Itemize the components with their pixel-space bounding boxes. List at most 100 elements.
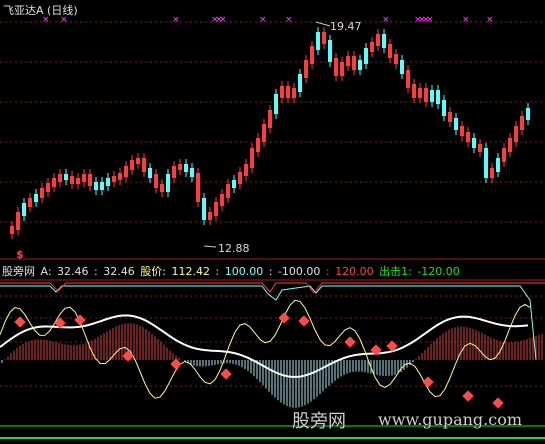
- high-price-label: 19.47: [330, 20, 362, 33]
- candle-body: [148, 168, 152, 178]
- candle-body: [382, 34, 386, 48]
- candle-body: [214, 202, 218, 216]
- candle-body: [76, 178, 80, 184]
- candle-body: [268, 110, 272, 128]
- candle-body: [58, 174, 62, 182]
- candle-body: [508, 138, 512, 152]
- sep2: :: [215, 265, 220, 278]
- a-label: A:: [40, 265, 52, 278]
- candle-body: [418, 88, 422, 98]
- signal-diamond-marker: [344, 336, 356, 348]
- price-value: 112.42: [171, 265, 210, 278]
- candle-body: [124, 166, 128, 177]
- chuji-label: 出击1:: [379, 265, 412, 278]
- candle-body: [274, 94, 278, 114]
- a-value1: 32.46: [57, 265, 89, 278]
- candle-body: [130, 160, 134, 170]
- candle-body: [250, 148, 254, 168]
- sep1: :: [94, 265, 98, 278]
- candle-body: [244, 164, 248, 176]
- candle-body: [160, 184, 164, 192]
- candle-body: [520, 116, 524, 130]
- candle-body: [34, 194, 38, 202]
- signal-x-mark: ×: [259, 15, 267, 25]
- candle-body: [448, 112, 452, 122]
- candle-body: [226, 184, 230, 198]
- signal-diamond-marker: [170, 358, 182, 370]
- low-price-label: 12.88: [218, 242, 250, 255]
- candle-body: [94, 182, 98, 190]
- candle-body: [388, 44, 392, 58]
- candle-body: [280, 86, 284, 98]
- signal-x-mark: ×: [426, 15, 434, 25]
- candle-body: [22, 203, 26, 216]
- signal-x-mark: ×: [285, 15, 293, 25]
- signal-diamond-marker: [462, 390, 474, 402]
- candle-body: [232, 180, 236, 188]
- candle-body: [16, 212, 20, 230]
- v3-value: 120.00: [335, 265, 374, 278]
- candle-body: [184, 164, 188, 172]
- candle-body: [364, 48, 368, 64]
- candle-body: [82, 174, 86, 182]
- low-price-arrow: [203, 245, 217, 248]
- candle-body: [400, 60, 404, 74]
- signal-diamond-marker: [492, 397, 504, 409]
- candle-body: [496, 158, 500, 172]
- signal-x-mark: ×: [486, 15, 494, 25]
- candle-body: [220, 194, 224, 206]
- candle-body: [10, 226, 14, 234]
- candle-body: [64, 174, 68, 180]
- candle-body: [466, 132, 470, 142]
- candle-body: [526, 108, 530, 120]
- candle-body: [424, 88, 428, 102]
- candle-body: [178, 164, 182, 170]
- candle-body: [238, 172, 242, 184]
- candle-body: [52, 178, 56, 187]
- sep3: :: [268, 265, 273, 278]
- signal-diamond-marker: [278, 312, 290, 324]
- candle-body: [118, 173, 122, 180]
- candle-body: [136, 158, 140, 164]
- chart-canvas[interactable]: × × × ××× × × × ×××× × ×: [0, 0, 545, 444]
- candle-body: [262, 124, 266, 142]
- candle-body: [166, 174, 170, 192]
- watermark-cn: 股旁网: [292, 411, 346, 432]
- chart-window[interactable]: × × × × × × × × × × × × × × × 飞亚达A (日线) 19.47 12.88 $ …: [0, 0, 545, 444]
- candle-body: [352, 56, 356, 70]
- candle-body: [208, 212, 212, 220]
- candle-body: [514, 126, 518, 142]
- candle-body: [328, 40, 332, 62]
- signal-diamond-marker: [74, 314, 86, 326]
- candle-body: [28, 198, 32, 207]
- candle-body: [370, 42, 374, 52]
- candle-body: [316, 32, 320, 50]
- candle-body: [490, 168, 494, 178]
- high-price-arrow: [315, 21, 331, 27]
- candle-body: [70, 176, 74, 184]
- candle-body: [376, 34, 380, 46]
- a-value2: 32.46: [103, 265, 135, 278]
- sep4: :: [325, 265, 330, 278]
- candle-body: [412, 84, 416, 98]
- candle-body: [502, 148, 506, 162]
- candle-body: [442, 100, 446, 116]
- candle-body: [88, 174, 92, 186]
- candle-body: [334, 58, 338, 76]
- candle-body: [340, 62, 344, 76]
- indicator-bar: 股旁网 A: 32.46 : 32.46 股价: 112.42 : 100.00…: [2, 263, 462, 279]
- candle-body: [202, 198, 206, 220]
- candle-body: [460, 126, 464, 136]
- indicator-name: 股旁网: [2, 265, 35, 278]
- candle-body: [478, 144, 482, 152]
- candle-body: [304, 60, 308, 78]
- v1-value: 100.00: [224, 265, 264, 278]
- candle-body: [358, 60, 362, 70]
- candle-body: [112, 176, 116, 182]
- candle-body: [106, 178, 110, 186]
- candle-body: [40, 188, 44, 198]
- candle-body: [310, 46, 314, 64]
- oscillator-red-line: [0, 282, 545, 294]
- chart-title: 飞亚达A (日线): [3, 4, 78, 17]
- signal-x-mark: ×: [382, 15, 390, 25]
